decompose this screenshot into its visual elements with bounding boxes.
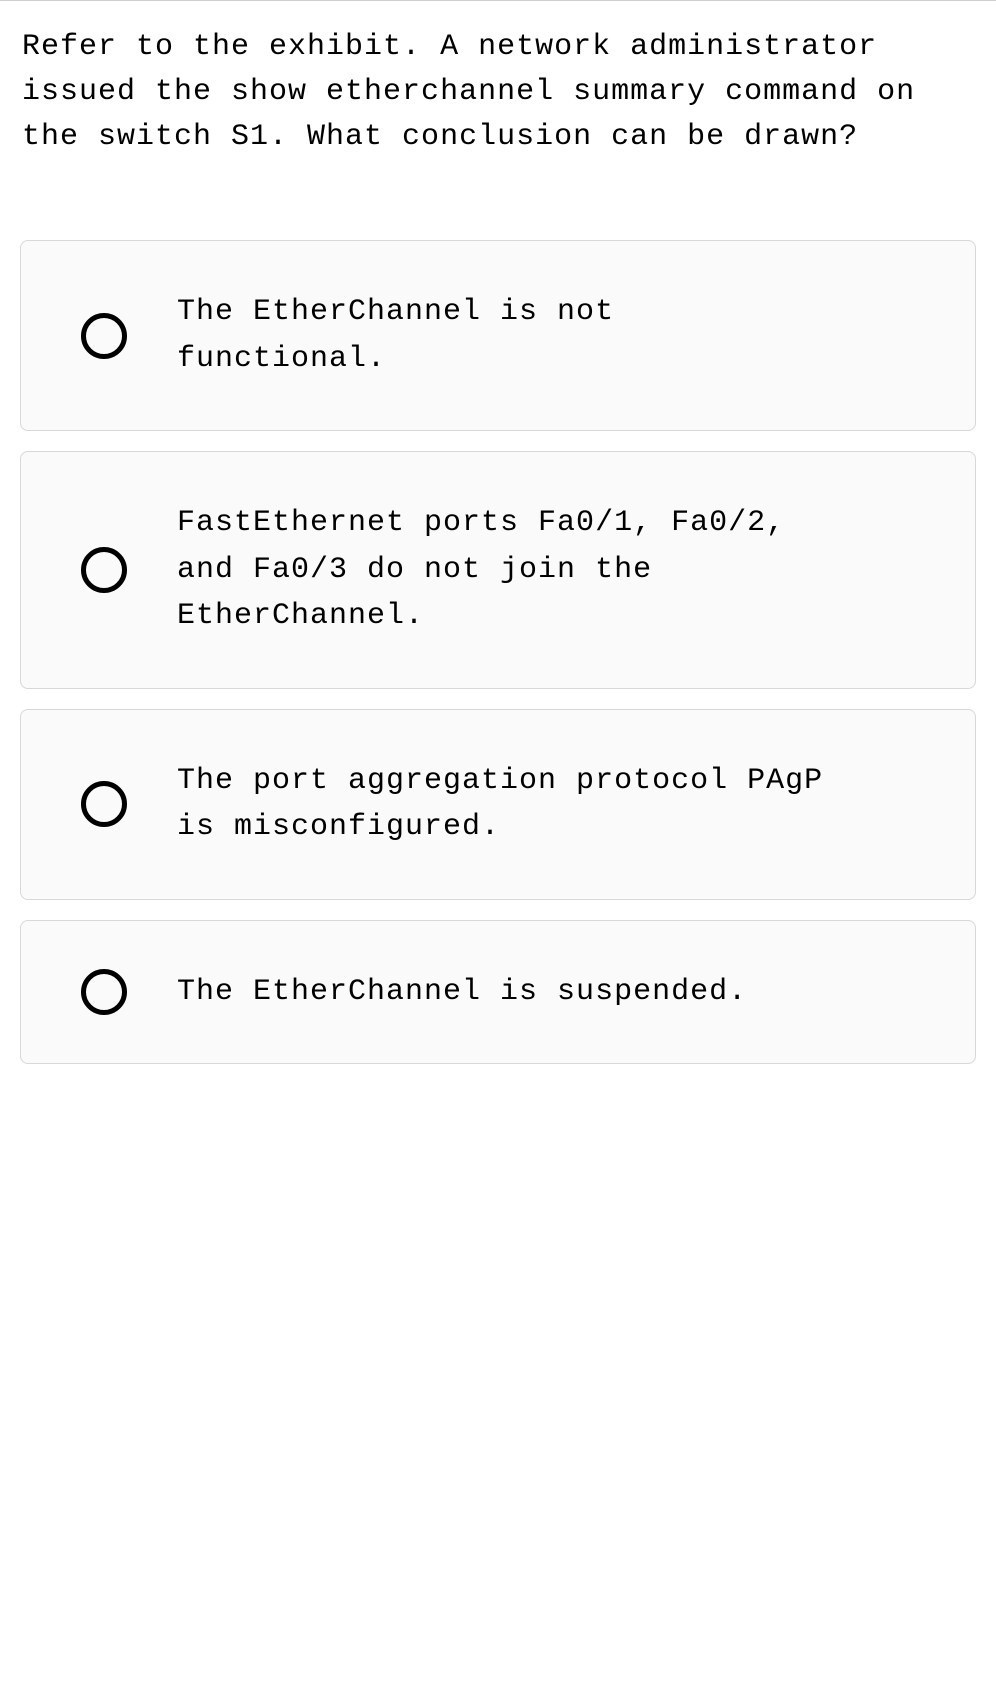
option-1[interactable]: The EtherChannel is not functional. <box>20 240 976 431</box>
top-divider <box>0 0 996 1</box>
options-container: The EtherChannel is not functional. Fast… <box>0 240 996 1064</box>
option-2-label: FastEthernet ports Fa0/1, Fa0/2, and Fa0… <box>177 500 945 640</box>
option-3-label: The port aggregation protocol PAgP is mi… <box>177 758 945 851</box>
option-2[interactable]: FastEthernet ports Fa0/1, Fa0/2, and Fa0… <box>20 451 976 689</box>
option-1-label: The EtherChannel is not functional. <box>177 289 945 382</box>
option-4[interactable]: The EtherChannel is suspended. <box>20 920 976 1065</box>
radio-icon <box>81 781 127 827</box>
question-text: Refer to the exhibit. A network administ… <box>0 25 996 160</box>
radio-icon <box>81 313 127 359</box>
radio-icon <box>81 969 127 1015</box>
option-4-label: The EtherChannel is suspended. <box>177 969 945 1016</box>
option-3[interactable]: The port aggregation protocol PAgP is mi… <box>20 709 976 900</box>
radio-icon <box>81 547 127 593</box>
